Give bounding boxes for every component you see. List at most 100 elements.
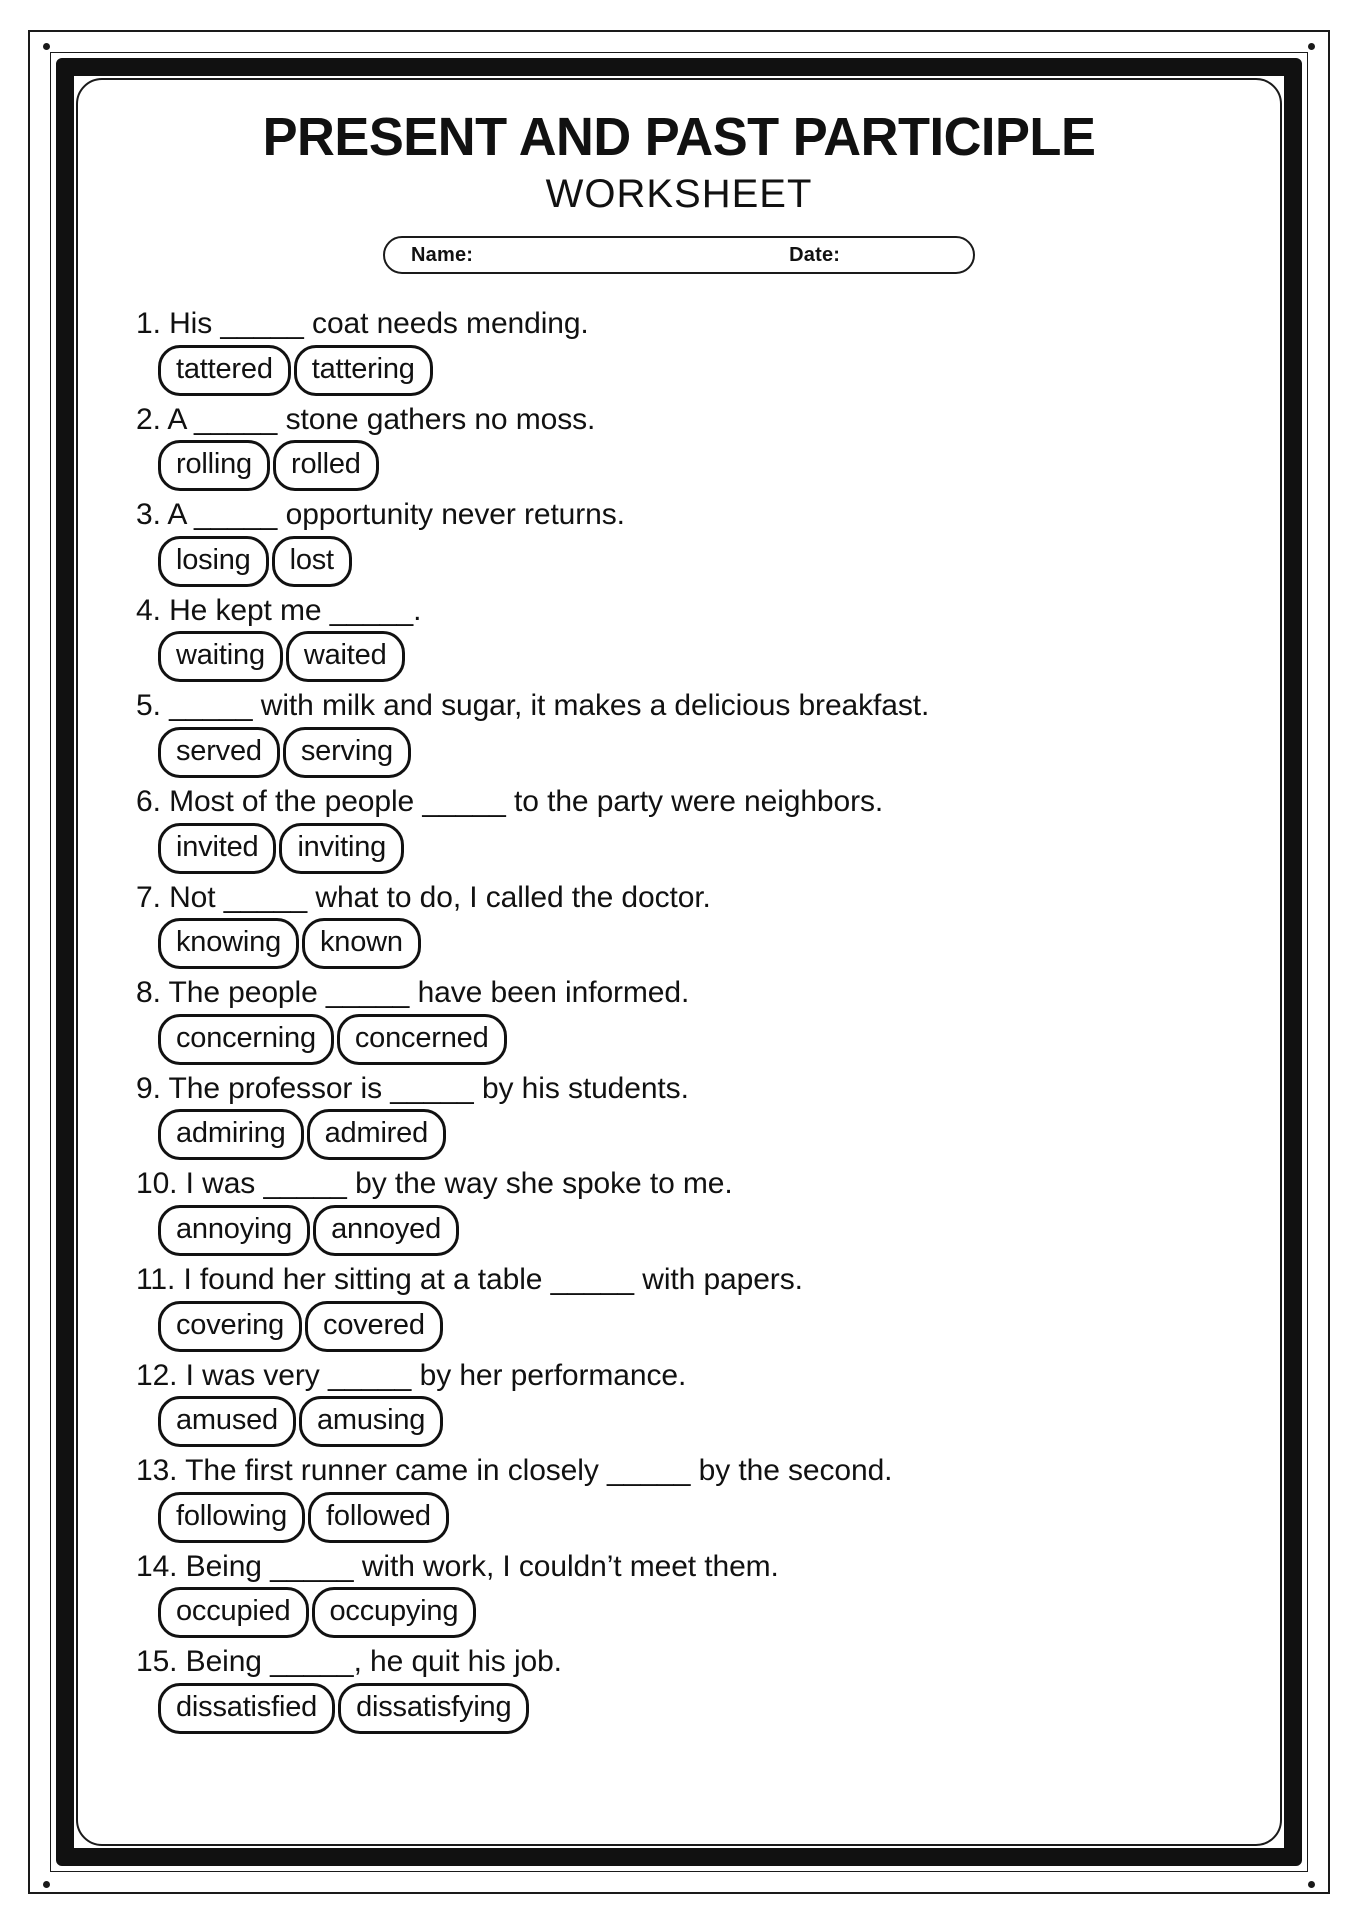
question-text-after: what to do, I called the doctor.: [315, 880, 711, 914]
choice-option[interactable]: tattering: [293, 344, 433, 396]
question-text-after: by his students.: [481, 1071, 689, 1105]
choice-option[interactable]: amused: [158, 1396, 296, 1448]
question-text: 14. Being _____ with work, I couldn’t me…: [136, 1549, 1260, 1586]
answer-blank[interactable]: _____: [422, 785, 505, 818]
question-text-after: have been informed.: [417, 976, 690, 1010]
question-text-before: The people: [168, 976, 318, 1010]
question-number: 14.: [136, 1549, 178, 1583]
question-text: 4. He kept me _____.: [136, 593, 1260, 630]
question-number: 10.: [136, 1167, 178, 1201]
choice-option[interactable]: tattered: [158, 344, 291, 396]
choice-option[interactable]: dissatisfying: [338, 1682, 530, 1734]
worksheet-content: PRESENT AND PAST PARTICIPLE WORKSHEET Na…: [78, 80, 1280, 1844]
choice-group: concerning concerned: [158, 1013, 1260, 1065]
question-item: 15. Being _____, he quit his job. dissati…: [136, 1644, 1260, 1734]
question-text-before: Most of the people: [169, 784, 415, 818]
choice-option[interactable]: served: [158, 726, 280, 778]
corner-dot-bottom-left: [43, 1881, 50, 1888]
choice-option[interactable]: rolled: [272, 440, 379, 492]
question-text-after: , he quit his job.: [353, 1645, 562, 1679]
question-text: 12. I was very _____ by her performance.: [136, 1358, 1260, 1395]
question-text-before: Being: [185, 1645, 262, 1679]
question-number: 12.: [136, 1358, 178, 1392]
question-text-before: The first runner came in closely: [185, 1454, 599, 1488]
question-number: 5.: [136, 689, 161, 723]
answer-blank[interactable]: _____: [220, 307, 303, 340]
choice-option[interactable]: dissatisfied: [158, 1682, 336, 1734]
question-item: 1. His _____ coat needs mending. tattered…: [136, 306, 1260, 396]
choice-group: annoying annoyed: [158, 1204, 1260, 1256]
question-number: 3.: [136, 498, 161, 532]
choice-option[interactable]: knowing: [158, 918, 299, 970]
question-text-after: coat needs mending.: [312, 307, 589, 340]
question-text: 5. _____ with milk and sugar, it makes a…: [136, 688, 1260, 725]
choice-option[interactable]: serving: [282, 726, 411, 778]
question-text-after: with work, I couldn’t meet them.: [361, 1549, 779, 1583]
question-number: 6.: [136, 784, 161, 818]
question-text-before: I was very: [185, 1358, 320, 1392]
question-text-before: Not: [169, 880, 216, 914]
answer-blank[interactable]: _____: [551, 1263, 634, 1296]
question-item: 9. The professor is _____ by his student…: [136, 1071, 1260, 1161]
question-item: 12. I was very _____ by her performance.…: [136, 1358, 1260, 1448]
choice-option[interactable]: losing: [158, 535, 269, 587]
choice-option[interactable]: amusing: [298, 1396, 444, 1448]
question-text: 9. The professor is _____ by his student…: [136, 1071, 1260, 1108]
choice-option[interactable]: admiring: [158, 1109, 304, 1161]
choice-option[interactable]: invited: [158, 822, 277, 874]
answer-blank[interactable]: _____: [390, 1072, 473, 1105]
choice-option[interactable]: covering: [158, 1300, 303, 1352]
choice-option[interactable]: rolling: [158, 440, 270, 492]
question-text-after: .: [413, 593, 422, 627]
answer-blank[interactable]: _____: [328, 1359, 411, 1392]
question-number: 1.: [136, 307, 161, 340]
choice-option[interactable]: occupying: [311, 1587, 477, 1639]
question-text-before: He kept me: [169, 593, 322, 627]
answer-blank[interactable]: _____: [330, 594, 413, 627]
choice-option[interactable]: following: [158, 1491, 306, 1543]
choice-option[interactable]: waiting: [158, 631, 283, 683]
choice-option[interactable]: followed: [308, 1491, 449, 1543]
question-text: 2. A _____ stone gathers no moss.: [136, 402, 1260, 439]
question-text: 7. Not _____ what to do, I called the do…: [136, 880, 1260, 917]
choice-group: losing lost: [158, 535, 1260, 587]
choice-option[interactable]: inviting: [279, 822, 405, 874]
choice-option[interactable]: lost: [271, 535, 352, 587]
question-text: 6. Most of the people _____ to the party…: [136, 784, 1260, 821]
question-text-before: The professor is: [168, 1071, 383, 1105]
question-text-after: by the second.: [698, 1454, 893, 1488]
question-text-before: I found her sitting at a table: [183, 1262, 543, 1296]
choice-option[interactable]: annoyed: [313, 1204, 459, 1256]
choice-option[interactable]: admired: [306, 1109, 446, 1161]
question-text-after: stone gathers no moss.: [285, 402, 596, 436]
choice-option[interactable]: annoying: [158, 1204, 311, 1256]
answer-blank[interactable]: _____: [263, 1167, 346, 1200]
question-item: 2. A _____ stone gathers no moss. rolling…: [136, 402, 1260, 492]
question-text-after: by the way she spoke to me.: [355, 1167, 733, 1201]
choice-option[interactable]: covered: [305, 1300, 443, 1352]
answer-blank[interactable]: _____: [607, 1454, 690, 1487]
answer-blank[interactable]: _____: [194, 403, 277, 436]
answer-blank[interactable]: _____: [270, 1645, 353, 1678]
choice-option[interactable]: known: [302, 918, 421, 970]
choice-option[interactable]: waited: [285, 631, 405, 683]
answer-blank[interactable]: _____: [194, 498, 277, 531]
answer-blank[interactable]: _____: [224, 881, 307, 914]
choice-option[interactable]: concerning: [158, 1013, 334, 1065]
worksheet-page: PRESENT AND PAST PARTICIPLE WORKSHEET Na…: [0, 0, 1358, 1920]
answer-blank[interactable]: _____: [326, 976, 409, 1009]
choice-group: tattered tattering: [158, 344, 1260, 396]
page-title: PRESENT AND PAST PARTICIPLE: [262, 107, 1096, 167]
question-text-after: with milk and sugar, it makes a deliciou…: [260, 689, 930, 723]
answer-blank[interactable]: _____: [270, 1550, 353, 1583]
name-date-field[interactable]: Name: Date:: [383, 236, 975, 274]
name-date-row: Name: Date:: [78, 236, 1280, 274]
choice-group: covering covered: [158, 1300, 1260, 1352]
answer-blank[interactable]: _____: [169, 689, 252, 722]
question-text: 11. I found her sitting at a table _____…: [136, 1262, 1260, 1299]
question-number: 11.: [136, 1262, 176, 1296]
choice-option[interactable]: concerned: [336, 1013, 507, 1065]
choice-option[interactable]: occupied: [158, 1587, 309, 1639]
choice-group: occupied occupying: [158, 1587, 1260, 1639]
corner-dot-top-right: [1308, 43, 1315, 50]
